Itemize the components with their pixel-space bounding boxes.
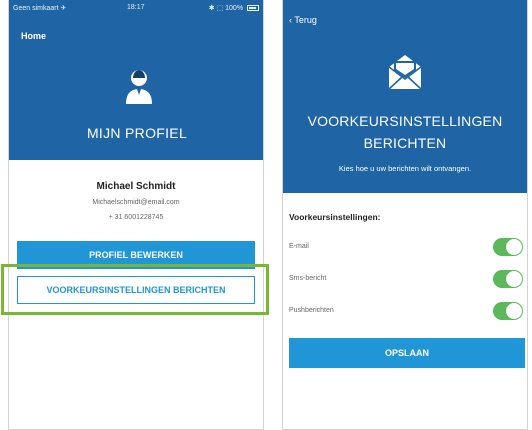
user-email: Michaelschmidt@email.com — [92, 199, 180, 206]
status-time: 18:17 — [127, 4, 145, 11]
highlight-frame — [1, 264, 269, 315]
sms-toggle[interactable] — [493, 270, 523, 288]
envelope-icon — [388, 55, 422, 90]
screenshot-composite: Geen simkaart ✈ 18:17 ✱ ⬚ 100% Home MIJN… — [0, 0, 532, 430]
toggle-knob — [506, 303, 522, 319]
preference-row-sms: Sms-bericht — [289, 270, 523, 290]
preference-row-push: Pushberichten — [289, 302, 523, 322]
battery-label: ✱ ⬚ 100% — [208, 5, 244, 12]
toggle-knob — [506, 271, 522, 287]
battery-icon — [247, 5, 259, 12]
preference-label: Sms-bericht — [289, 275, 327, 282]
page-subtitle: Kies hoe u uw berichten wilt ontvangen. — [338, 164, 472, 173]
status-carrier: Geen simkaart ✈ — [13, 5, 67, 12]
title-line-2: BERICHTEN — [363, 135, 447, 151]
user-phone: + 31 6001228745 — [108, 214, 164, 221]
profile-screen: Geen simkaart ✈ 18:17 ✱ ⬚ 100% Home MIJN… — [8, 0, 264, 430]
preference-row-email: E-mail — [289, 238, 523, 258]
preferences-header: ‹ Terug VOORKEURSINSTELLINGEN BERICHTEN … — [283, 0, 527, 193]
profile-header: Geen simkaart ✈ 18:17 ✱ ⬚ 100% Home MIJN… — [9, 0, 263, 160]
preference-label: Pushberichten — [289, 307, 334, 314]
user-icon — [126, 70, 152, 104]
status-bar: Geen simkaart ✈ 18:17 ✱ ⬚ 100% — [9, 0, 263, 16]
push-toggle[interactable] — [493, 302, 523, 320]
preference-label: E-mail — [289, 243, 309, 250]
email-toggle[interactable] — [493, 238, 523, 256]
save-button[interactable]: OPSLAAN — [289, 338, 525, 368]
title-line-1: VOORKEURSINSTELLINGEN — [307, 113, 503, 129]
user-name: Michael Schmidt — [96, 181, 176, 192]
back-link[interactable]: ‹ Terug — [289, 15, 317, 25]
nav-home-link[interactable]: Home — [21, 31, 46, 41]
section-heading: Voorkeursinstellingen: — [289, 212, 381, 222]
page-title: VOORKEURSINSTELLINGEN BERICHTEN — [283, 110, 527, 154]
toggle-knob — [506, 239, 522, 255]
status-battery: ✱ ⬚ 100% — [209, 4, 259, 12]
page-title: MIJN PROFIEL — [86, 125, 188, 141]
preferences-screen: ‹ Terug VOORKEURSINSTELLINGEN BERICHTEN … — [282, 0, 528, 430]
